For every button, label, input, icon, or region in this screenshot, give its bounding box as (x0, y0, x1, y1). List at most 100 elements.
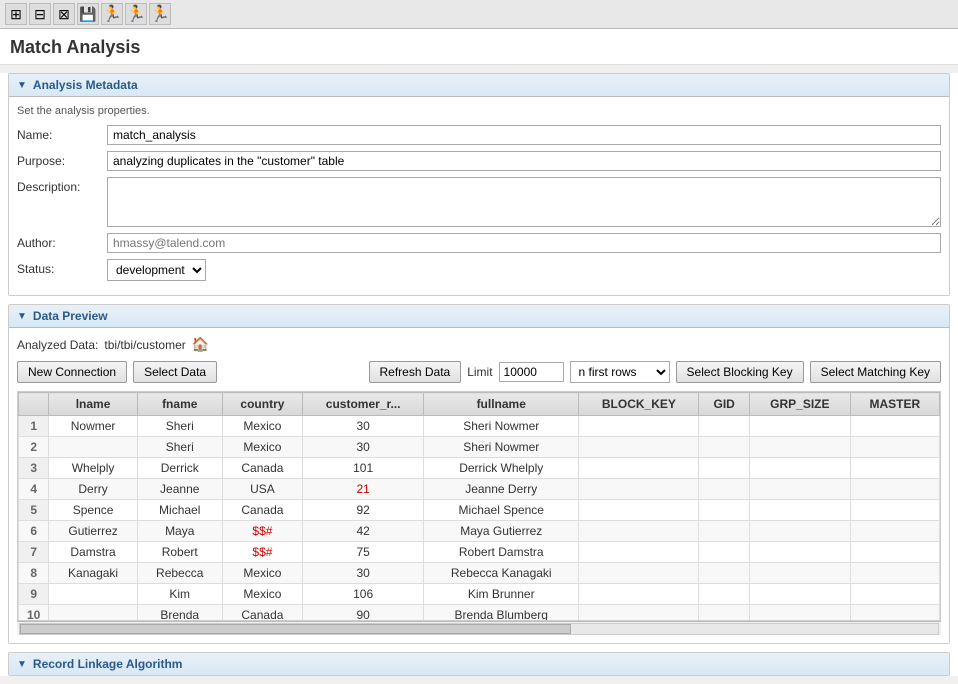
refresh-data-button[interactable]: Refresh Data (369, 361, 462, 383)
table-row[interactable]: 1 Nowmer Sheri Mexico 30 Sheri Nowmer (19, 416, 940, 437)
cell-fname: Rebecca (137, 563, 222, 584)
cell-fname: Jeanne (137, 479, 222, 500)
cell-lname: Gutierrez (49, 521, 137, 542)
data-preview-header[interactable]: ▼ Data Preview (9, 305, 949, 328)
cell-customer_r: 30 (303, 437, 424, 458)
analysis-metadata-header[interactable]: ▼ Analysis Metadata (9, 74, 949, 97)
col-fullname[interactable]: fullname (424, 393, 579, 416)
cell-country: Mexico (222, 584, 302, 605)
author-row: Author: (17, 233, 941, 253)
analysis-metadata-desc: Set the analysis properties. (17, 105, 941, 117)
cell-fullname: Derrick Whelply (424, 458, 579, 479)
cell-fname: Brenda (137, 605, 222, 622)
table-row[interactable]: 6 Gutierrez Maya $$# 42 Maya Gutierrez (19, 521, 940, 542)
description-input[interactable] (107, 177, 941, 227)
cell-gid (699, 416, 750, 437)
cell-block-key (579, 437, 699, 458)
toolbar-btn-6[interactable]: 🏃 (149, 3, 171, 25)
cell-country: Mexico (222, 416, 302, 437)
cell-block-key (579, 584, 699, 605)
cell-customer_r: 30 (303, 563, 424, 584)
toolbar-btn-5[interactable]: 🏃 (125, 3, 147, 25)
cell-lname: Spence (49, 500, 137, 521)
col-gid[interactable]: GID (699, 393, 750, 416)
author-label: Author: (17, 233, 107, 250)
record-linkage-title: Record Linkage Algorithm (33, 657, 183, 671)
row-num: 6 (19, 521, 49, 542)
cell-gid (699, 584, 750, 605)
cell-lname: Whelply (49, 458, 137, 479)
table-row[interactable]: 3 Whelply Derrick Canada 101 Derrick Whe… (19, 458, 940, 479)
new-connection-button[interactable]: New Connection (17, 361, 127, 383)
toolbar-btn-3[interactable]: ⊠ (53, 3, 75, 25)
row-num: 2 (19, 437, 49, 458)
cell-country: USA (222, 479, 302, 500)
cell-gid (699, 521, 750, 542)
row-num: 5 (19, 500, 49, 521)
cell-customer_r: 92 (303, 500, 424, 521)
name-input[interactable] (107, 125, 941, 145)
table-row[interactable]: 4 Derry Jeanne USA 21 Jeanne Derry (19, 479, 940, 500)
cell-master (850, 542, 939, 563)
analyzed-data-row: Analyzed Data: tbi/tbi/customer 🏠 (17, 336, 941, 353)
toolbar-btn-save[interactable]: 💾 (77, 3, 99, 25)
cell-master (850, 500, 939, 521)
table-row[interactable]: 5 Spence Michael Canada 92 Michael Spenc… (19, 500, 940, 521)
table-row[interactable]: 2 Sheri Mexico 30 Sheri Nowmer (19, 437, 940, 458)
cell-fname: Maya (137, 521, 222, 542)
purpose-input[interactable] (107, 151, 941, 171)
select-data-button[interactable]: Select Data (133, 361, 217, 383)
col-fname[interactable]: fname (137, 393, 222, 416)
cell-grp-size (749, 584, 850, 605)
col-block-key[interactable]: BLOCK_KEY (579, 393, 699, 416)
status-select[interactable]: development production testing (107, 259, 206, 281)
cell-customer_r: 42 (303, 521, 424, 542)
data-preview-title: Data Preview (33, 309, 108, 323)
purpose-row: Purpose: (17, 151, 941, 171)
cell-lname: Damstra (49, 542, 137, 563)
cell-gid (699, 479, 750, 500)
toolbar-btn-run[interactable]: 🏃 (101, 3, 123, 25)
col-master[interactable]: MASTER (850, 393, 939, 416)
data-preview-toolbar: New Connection Select Data Refresh Data … (17, 361, 941, 383)
cell-customer_r: 106 (303, 584, 424, 605)
toolbar-btn-2[interactable]: ⊟ (29, 3, 51, 25)
row-num: 10 (19, 605, 49, 622)
select-blocking-key-button[interactable]: Select Blocking Key (676, 361, 804, 383)
col-rownum (19, 393, 49, 416)
cell-grp-size (749, 542, 850, 563)
record-linkage-header[interactable]: ▼ Record Linkage Algorithm (9, 653, 949, 675)
page-title: Match Analysis (0, 29, 958, 65)
name-label: Name: (17, 125, 107, 142)
select-matching-key-button[interactable]: Select Matching Key (810, 361, 941, 383)
table-row[interactable]: 7 Damstra Robert $$# 75 Robert Damstra (19, 542, 940, 563)
cell-country: Canada (222, 458, 302, 479)
status-row: Status: development production testing (17, 259, 941, 281)
toolbar-btn-1[interactable]: ⊞ (5, 3, 27, 25)
table-row[interactable]: 10 Brenda Canada 90 Brenda Blumberg (19, 605, 940, 622)
col-lname[interactable]: lname (49, 393, 137, 416)
col-grp-size[interactable]: GRP_SIZE (749, 393, 850, 416)
table-row[interactable]: 9 Kim Mexico 106 Kim Brunner (19, 584, 940, 605)
data-preview-arrow: ▼ (17, 311, 27, 322)
col-country[interactable]: country (222, 393, 302, 416)
rows-select[interactable]: n first rows random rows all rows (570, 361, 670, 383)
cell-country: $$# (222, 521, 302, 542)
table-row[interactable]: 8 Kanagaki Rebecca Mexico 30 Rebecca Kan… (19, 563, 940, 584)
home-icon[interactable]: 🏠 (192, 336, 209, 353)
analyzed-data-path: tbi/tbi/customer (104, 338, 185, 352)
limit-input[interactable] (499, 362, 564, 382)
cell-gid (699, 500, 750, 521)
cell-customer_r: 90 (303, 605, 424, 622)
purpose-label: Purpose: (17, 151, 107, 168)
author-input[interactable] (107, 233, 941, 253)
cell-fullname: Brenda Blumberg (424, 605, 579, 622)
cell-master (850, 416, 939, 437)
horizontal-scrollbar[interactable] (17, 621, 941, 635)
status-label: Status: (17, 259, 107, 276)
cell-lname (49, 437, 137, 458)
col-customer_r[interactable]: customer_r... (303, 393, 424, 416)
cell-customer_r: 75 (303, 542, 424, 563)
cell-fullname: Robert Damstra (424, 542, 579, 563)
cell-fname: Robert (137, 542, 222, 563)
